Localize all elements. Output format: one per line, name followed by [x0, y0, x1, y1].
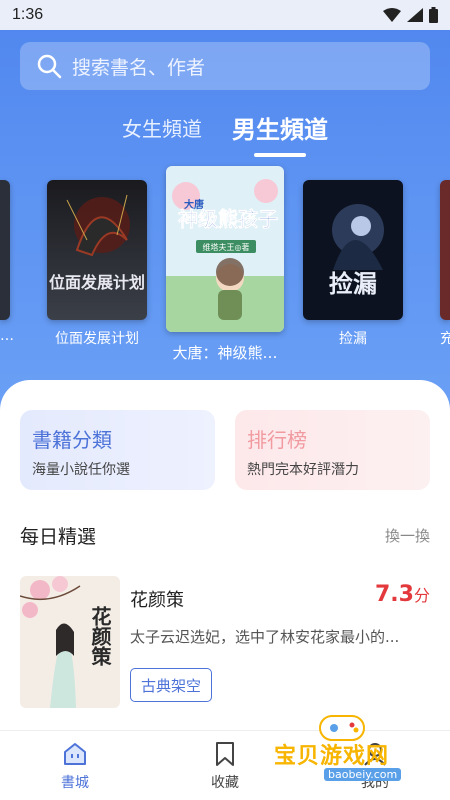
carousel-item[interactable]: 充	[440, 180, 450, 348]
signal-icon	[407, 8, 423, 22]
book-cover: 位面发展计划	[47, 180, 147, 320]
battery-icon	[429, 7, 438, 23]
book-cover: 捡漏	[303, 180, 403, 320]
wifi-icon	[383, 8, 401, 22]
book-score: 7.3分	[375, 582, 430, 607]
tab-male-channel[interactable]: 男生頻道	[232, 110, 328, 157]
category-title: 書籍分類	[32, 428, 112, 452]
channel-tabs: 女生頻道 男生頻道	[0, 104, 450, 157]
tab-female-channel[interactable]: 女生頻道	[122, 113, 202, 142]
book-cover: 花颜策	[20, 576, 120, 708]
status-icons	[383, 7, 438, 23]
carousel-title: 位面发展计划	[55, 331, 139, 347]
book-cover: 大唐 神级熊孩子 维塔夫王◎著	[166, 166, 284, 332]
home-icon	[64, 742, 86, 765]
book-title: 花颜策	[130, 590, 184, 611]
watermark-text: 宝贝游戏网	[274, 744, 390, 769]
carousel-item[interactable]: 位面发展计划 位面发展计划	[47, 180, 147, 348]
book-card[interactable]: 花颜策 花颜策 7.3分 太子云迟选妃，选中了林安花家最小的... 古典架空	[20, 576, 430, 708]
search-placeholder: 搜索書名、作者	[72, 56, 206, 79]
search-bar[interactable]: 搜索書名、作者	[20, 42, 430, 90]
category-card-ranking[interactable]: 排行榜 熱門完本好評潛力	[235, 410, 430, 490]
watermark: 宝贝游戏网 baobeiy.com	[272, 710, 422, 781]
carousel-title: …	[0, 328, 14, 344]
cover-title-text: 花颜策	[88, 606, 112, 667]
refresh-button[interactable]: 換一換	[385, 525, 430, 546]
cover-author-text: 维塔夫王◎著	[203, 242, 250, 252]
book-cover	[440, 180, 450, 320]
watermark-url: baobeiy.com	[324, 768, 402, 781]
status-time: 1:36	[12, 6, 44, 23]
search-icon	[37, 54, 62, 79]
bookmark-icon	[216, 741, 234, 766]
book-carousel: … 位面发展计划 位面发展计划 大唐 神级熊孩子 维塔夫王◎著 大唐：神级熊… …	[0, 166, 450, 376]
carousel-item[interactable]: 捡漏 捡漏	[303, 180, 403, 348]
book-description: 太子云迟选妃，选中了林安花家最小的...	[130, 628, 400, 646]
category-title: 排行榜	[247, 428, 307, 452]
cover-title-text: 捡漏	[329, 270, 377, 298]
category-subtitle: 海量小說任你選	[32, 462, 130, 478]
section-title: 每日精選	[20, 526, 97, 548]
nav-label: 書城	[61, 774, 89, 791]
carousel-item-featured[interactable]: 大唐 神级熊孩子 维塔夫王◎著 大唐：神级熊…	[166, 166, 284, 363]
category-card-books[interactable]: 書籍分類 海量小說任你選	[20, 410, 215, 490]
book-cover	[0, 180, 10, 320]
status-bar: 1:36	[0, 0, 450, 30]
carousel-title: 充	[440, 331, 450, 347]
carousel-title: 捡漏	[339, 331, 367, 347]
carousel-item[interactable]: …	[0, 180, 14, 344]
daily-picks-header: 每日精選 換一換	[20, 522, 430, 549]
carousel-title: 大唐：神级熊…	[172, 344, 278, 362]
nav-label: 收藏	[211, 774, 239, 791]
category-subtitle: 熱門完本好評潛力	[247, 462, 359, 478]
genre-tag[interactable]: 古典架空	[130, 668, 213, 702]
cover-title-text: 位面发展计划	[49, 273, 145, 292]
nav-bookstore[interactable]: 書城	[0, 731, 150, 800]
cover-title-text: 神级熊孩子	[178, 207, 278, 231]
